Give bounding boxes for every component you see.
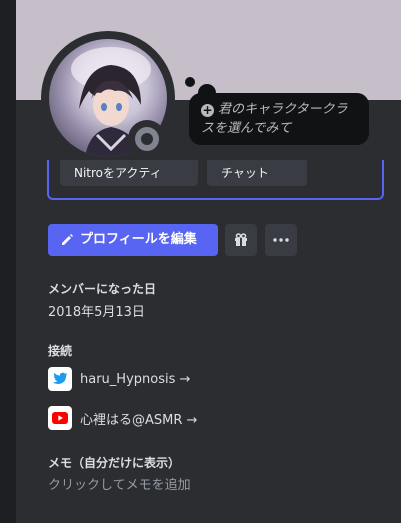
nitro-gift-button[interactable] [225, 224, 257, 256]
connections-title: 接続 [48, 344, 73, 358]
status-hole [141, 133, 153, 145]
thought-bubble-dot-small [185, 77, 195, 87]
edit-profile-label: プロフィールを編集 [80, 232, 197, 247]
connection-youtube-label: 心裡はる@ASMR → [80, 412, 198, 428]
gift-icon [235, 233, 247, 246]
member-since-date: 2018年5月13日 [48, 305, 145, 320]
chat-button[interactable]: チャット [207, 160, 307, 186]
custom-status-bubble[interactable]: + 君のキャラクタークラスを選んでみて [189, 93, 369, 145]
connection-youtube[interactable]: 心裡はる@ASMR → [48, 406, 197, 430]
member-since-title: メンバーになった日 [48, 282, 157, 296]
edit-profile-button[interactable]: プロフィールを編集 [48, 224, 218, 256]
connection-twitter-label: haru_Hypnosis → [80, 371, 191, 387]
note-title: メモ（自分だけに表示） [48, 456, 181, 470]
note-input[interactable]: クリックしてメモを追加 [48, 474, 191, 493]
connection-twitter[interactable]: haru_Hypnosis → [48, 367, 190, 391]
youtube-icon [48, 406, 72, 430]
add-status-icon: + [201, 103, 214, 117]
ellipsis-icon [273, 238, 289, 242]
more-options-button[interactable] [265, 224, 297, 256]
nitro-activate-button[interactable]: Nitroをアクティ [60, 160, 198, 186]
pencil-icon [62, 234, 73, 245]
custom-status-text: 君のキャラクタークラスを選んでみて [201, 102, 348, 136]
server-sidebar-edge [0, 0, 16, 523]
twitter-icon [48, 367, 72, 391]
